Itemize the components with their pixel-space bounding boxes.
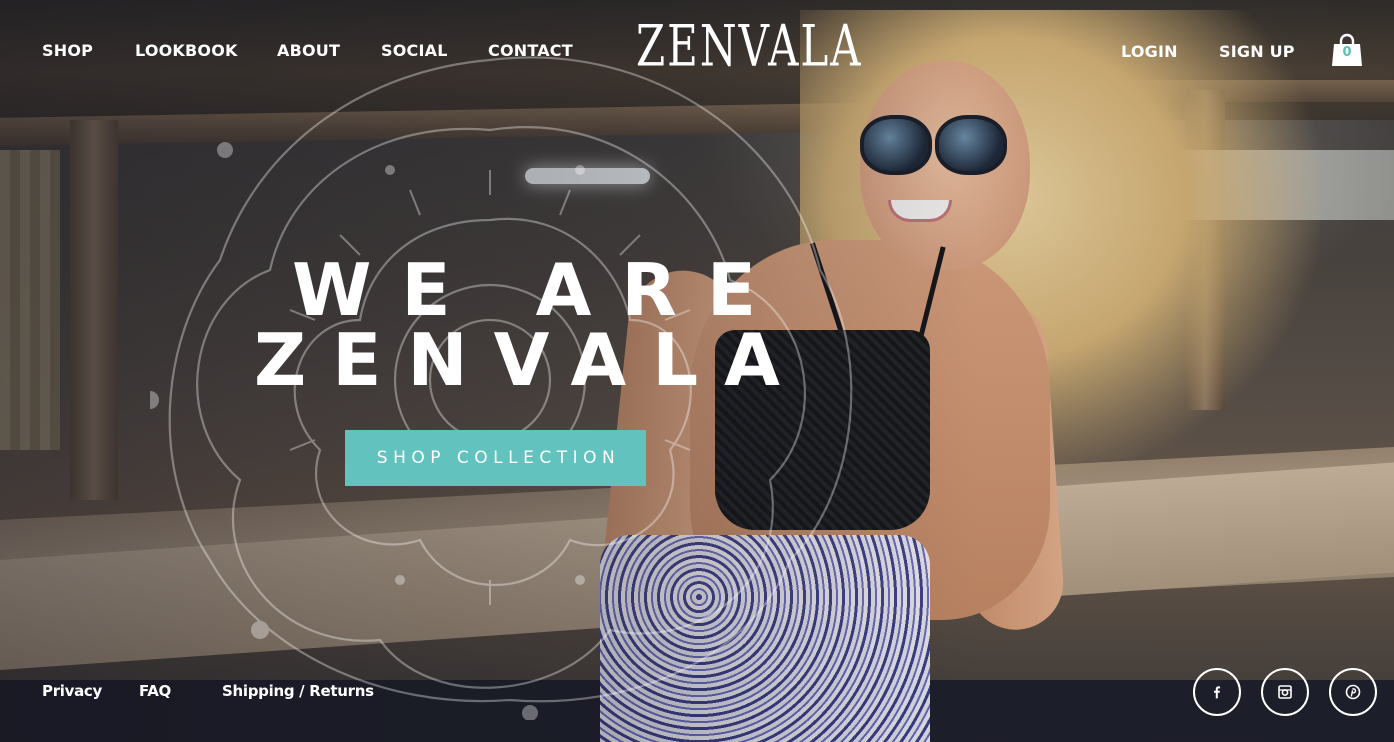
nav-login[interactable]: LOGIN bbox=[1121, 42, 1178, 61]
instagram-button[interactable] bbox=[1261, 668, 1309, 716]
shopping-cart-button[interactable]: 0 bbox=[1330, 33, 1364, 67]
nav-social[interactable]: SOCIAL bbox=[381, 41, 448, 60]
nav-about[interactable]: ABOUT bbox=[277, 41, 340, 60]
hero-title-line1: WE ARE bbox=[292, 248, 787, 332]
footer-faq-link[interactable]: FAQ bbox=[139, 682, 171, 700]
footer-shipping-returns-link[interactable]: Shipping / Returns bbox=[222, 682, 374, 700]
site-logo[interactable]: ZENVALA bbox=[636, 17, 863, 75]
nav-lookbook[interactable]: LOOKBOOK bbox=[135, 41, 238, 60]
facebook-button[interactable] bbox=[1193, 668, 1241, 716]
pinterest-button[interactable] bbox=[1329, 668, 1377, 716]
cart-count-badge: 0 bbox=[1342, 45, 1352, 60]
nav-contact[interactable]: CONTACT bbox=[488, 41, 573, 60]
hero-title-line2: ZENVALA bbox=[254, 318, 806, 402]
pinterest-icon bbox=[1345, 684, 1361, 700]
facebook-icon bbox=[1214, 686, 1221, 699]
instagram-icon bbox=[1278, 685, 1292, 699]
nav-shop[interactable]: SHOP bbox=[42, 41, 93, 60]
shop-collection-button[interactable]: SHOP COLLECTION bbox=[345, 430, 646, 486]
footer-privacy-link[interactable]: Privacy bbox=[42, 682, 102, 700]
nav-signup[interactable]: SIGN UP bbox=[1219, 42, 1295, 61]
